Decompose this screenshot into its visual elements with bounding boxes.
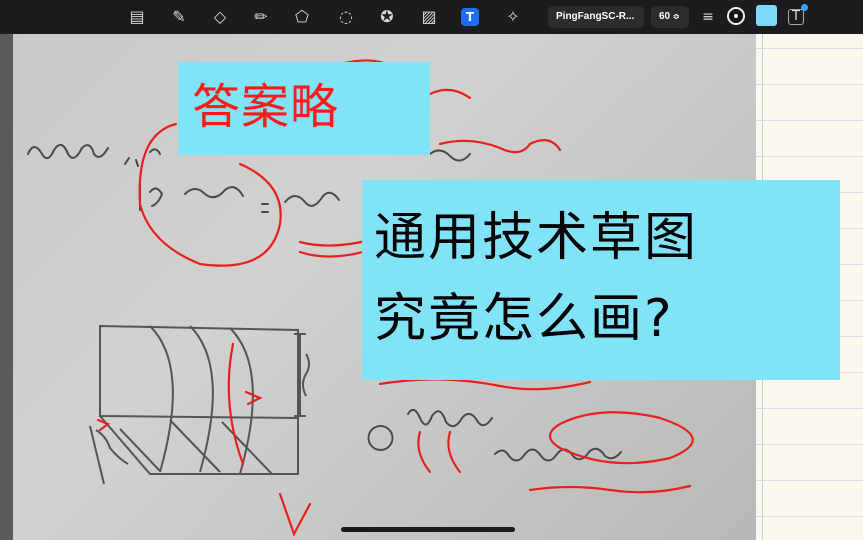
ruled-line (756, 120, 863, 121)
shapes-icon[interactable]: ⬠ (291, 6, 313, 28)
handwriting-line (27, 143, 109, 160)
red-underline (298, 238, 372, 258)
box-front-face (99, 324, 299, 420)
dimension-label-scribble (302, 353, 310, 397)
dimension-line (294, 333, 306, 417)
font-family-value: PingFangSC-R... (556, 11, 635, 22)
box-bottom-face (99, 415, 299, 475)
red-marker (96, 418, 111, 432)
isometric-box-sketch (89, 324, 310, 485)
font-size-value: 60 (659, 11, 671, 22)
align-icon[interactable]: ≡ (697, 6, 719, 28)
ruled-line (756, 480, 863, 481)
text-tool-icon[interactable]: T (461, 8, 479, 26)
highlighter-icon[interactable]: ✏ (250, 6, 272, 28)
ruled-line (756, 444, 863, 445)
handwriting-line (139, 181, 244, 211)
lasso-icon[interactable]: ◌ (335, 6, 357, 28)
text-color-picker[interactable] (727, 7, 745, 25)
ruled-line (756, 516, 863, 517)
red-oval (548, 411, 694, 465)
stepper-chevron-icon: ≎ (672, 12, 680, 21)
handwriting-line (494, 447, 622, 462)
handwriting-line (261, 191, 340, 213)
ruled-line (756, 156, 863, 157)
red-arrow (278, 492, 312, 537)
answer-omitted-text: 答案略 (192, 79, 340, 135)
home-indicator[interactable] (341, 527, 515, 532)
eraser-icon[interactable]: ◇ (209, 6, 231, 28)
ruled-line (756, 84, 863, 85)
title-line-2: 究竟怎么画? (374, 289, 674, 349)
ruled-line (756, 48, 863, 49)
ruled-line (756, 408, 863, 409)
title-line-1: 通用技术草图 (374, 208, 699, 268)
handwriting-line (429, 149, 471, 162)
top-toolbar: ▤ ✎ ◇ ✏ ⬠ ◌ ✪ ▨ T ✧ PingFangSC-R... 60 ≎… (0, 0, 863, 34)
font-size-stepper[interactable]: 60 ≎ (651, 6, 689, 28)
laser-pointer-icon[interactable]: ✧ (502, 6, 524, 28)
image-icon[interactable]: ▨ (418, 6, 440, 28)
red-underline (378, 378, 592, 391)
fill-color-swatch[interactable] (756, 5, 777, 26)
handwriting-line (367, 408, 493, 451)
red-scribble (428, 88, 562, 154)
red-underline (528, 484, 692, 494)
text-box-icon[interactable]: ▤ (126, 6, 148, 28)
red-strokes (417, 430, 462, 474)
textbox-settings-icon[interactable]: T (788, 9, 804, 25)
answer-omitted-sticker[interactable]: 答案略 (178, 62, 430, 155)
pen-icon[interactable]: ✎ (168, 6, 190, 28)
title-sticker[interactable]: 通用技术草图 究竟怎么画? (362, 180, 840, 380)
notification-dot (801, 4, 808, 11)
font-family-select[interactable]: PingFangSC-R... (548, 6, 644, 28)
app-screen: ▤ ✎ ◇ ✏ ⬠ ◌ ✪ ▨ T ✧ PingFangSC-R... 60 ≎… (0, 0, 863, 540)
sticker-icon[interactable]: ✪ (376, 6, 398, 28)
side-dimension (89, 425, 129, 485)
